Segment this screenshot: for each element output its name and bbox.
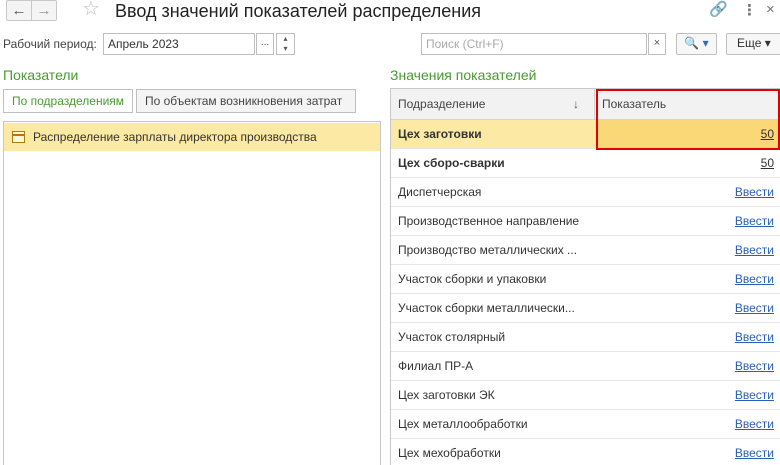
enter-value-link[interactable]: Ввести — [735, 381, 774, 409]
enter-value-link[interactable]: Ввести — [735, 294, 774, 322]
column-header-department[interactable]: Подразделение ↓ — [391, 89, 595, 119]
calendar-icon — [12, 131, 25, 143]
search-input[interactable] — [421, 33, 647, 55]
department-name: Цех заготовки ЭК — [398, 388, 495, 402]
more-menu-icon[interactable]: ⋮ — [742, 1, 757, 19]
department-name: Производство металлических ... — [398, 243, 578, 257]
list-item[interactable]: Распределение зарплаты директора произво… — [4, 123, 380, 151]
indicator-cell[interactable] — [596, 149, 780, 177]
table-header: Подразделение ↓ Показатель — [391, 89, 780, 120]
enter-value-link[interactable]: Ввести — [735, 439, 774, 465]
values-table: Подразделение ↓ Показатель Цех заготовки… — [390, 88, 780, 465]
enter-value-link[interactable]: Ввести — [735, 207, 774, 235]
indicator-value[interactable]: 50 — [761, 149, 774, 177]
department-name: Цех металлообработки — [398, 417, 528, 431]
department-name: Филиал ПР-А — [398, 359, 474, 373]
column-header-indicator[interactable]: Показатель — [595, 89, 780, 119]
spin-down-icon[interactable]: ▾ — [277, 44, 294, 54]
enter-value-link[interactable]: Ввести — [735, 352, 774, 380]
department-name: Цех сборо-сварки — [398, 156, 505, 170]
sort-down-icon: ↓ — [573, 97, 579, 111]
indicator-cell[interactable] — [596, 120, 780, 148]
period-spinner[interactable]: ▴ ▾ — [276, 33, 295, 55]
enter-value-link[interactable]: Ввести — [735, 265, 774, 293]
search-button[interactable]: 🔍 ▾ — [676, 33, 717, 55]
table-row[interactable]: Диспетчерская Ввести — [391, 178, 780, 207]
enter-value-link[interactable]: Ввести — [735, 236, 774, 264]
clear-search-button[interactable]: × — [648, 33, 666, 55]
department-name: Участок сборки металлически... — [398, 301, 575, 315]
more-button[interactable]: Еще ▾ — [726, 33, 780, 55]
table-row[interactable]: Производственное направление Ввести — [391, 207, 780, 236]
department-name: Цех заготовки — [398, 127, 482, 141]
table-row[interactable]: Цех металлообработки Ввести — [391, 410, 780, 439]
favorite-star-icon[interactable]: ☆ — [82, 0, 100, 20]
department-name: Цех мехобработки — [398, 446, 501, 460]
tab-by-departments[interactable]: По подразделениям — [3, 89, 133, 113]
table-row[interactable]: Цех мехобработки Ввести — [391, 439, 780, 465]
indicators-list: Распределение зарплаты директора произво… — [3, 121, 381, 465]
table-row[interactable]: Цех сборо-сварки 50 — [391, 149, 780, 178]
back-button[interactable]: ← — [6, 0, 32, 21]
department-name: Диспетчерская — [398, 185, 482, 199]
tab-by-cost-objects[interactable]: По объектам возникновения затрат — [136, 89, 356, 113]
enter-value-link[interactable]: Ввести — [735, 323, 774, 351]
spin-up-icon[interactable]: ▴ — [277, 34, 294, 44]
department-name: Участок сборки и упаковки — [398, 272, 547, 286]
link-icon[interactable]: 🔗 — [709, 0, 728, 18]
department-name: Производственное направление — [398, 214, 580, 228]
period-label: Рабочий период: — [3, 37, 97, 51]
column-header-label: Подразделение — [398, 97, 486, 111]
table-row[interactable]: Участок столярный Ввести — [391, 323, 780, 352]
table-row[interactable]: Участок сборки и упаковки Ввести — [391, 265, 780, 294]
forward-button[interactable]: → — [31, 0, 57, 21]
table-row[interactable]: Производство металлических ... Ввести — [391, 236, 780, 265]
enter-value-link[interactable]: Ввести — [735, 410, 774, 438]
list-item-label: Распределение зарплаты директора произво… — [33, 130, 317, 144]
table-body: Цех заготовки 50 Цех сборо-сварки 50 Диспетч… — [391, 120, 780, 465]
period-select-button[interactable]: ... — [256, 33, 274, 55]
values-section-title: Значения показателей — [390, 67, 537, 83]
title-bar: ← → ☆ Ввод значений показателей распреде… — [0, 0, 780, 24]
table-row[interactable]: Цех заготовки ЭК Ввести — [391, 381, 780, 410]
enter-value-link[interactable]: Ввести — [735, 178, 774, 206]
indicators-section-title: Показатели — [3, 67, 79, 83]
department-name: Участок столярный — [398, 330, 506, 344]
indicator-value[interactable]: 50 — [761, 120, 774, 148]
table-row[interactable]: Филиал ПР-А Ввести — [391, 352, 780, 381]
page-title: Ввод значений показателей распределения — [115, 1, 482, 21]
period-input[interactable]: Апрель 2023 — [103, 33, 255, 55]
table-row[interactable]: Участок сборки металлически... Ввести — [391, 294, 780, 323]
close-icon[interactable]: × — [766, 1, 775, 18]
table-row[interactable]: Цех заготовки 50 — [391, 120, 780, 149]
